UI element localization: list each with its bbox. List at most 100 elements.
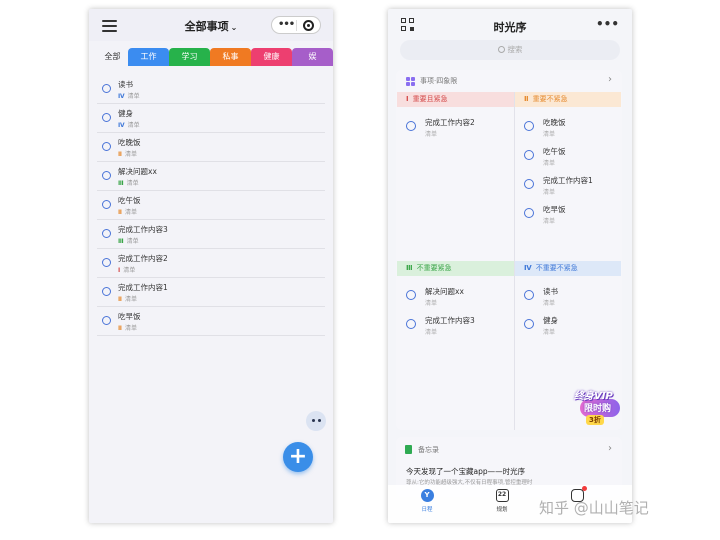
task-checkbox[interactable]: [524, 319, 534, 329]
quadrant-header[interactable]: Ⅱ 重要不紧急: [515, 92, 621, 107]
quadrant-task-row[interactable]: 读书 清单: [515, 282, 621, 311]
search-input[interactable]: 搜索: [400, 40, 620, 60]
tab-private[interactable]: 私事: [210, 48, 251, 66]
task-list-name: 清单: [127, 122, 140, 129]
task-row[interactable]: 吃早饭 Ⅱ 清单: [97, 307, 325, 336]
quadrant-number: Ⅲ: [406, 264, 413, 272]
tabbar-plan[interactable]: 22 规划: [487, 489, 517, 513]
task-title: 吃早饭: [543, 205, 566, 214]
priority-level: Ⅳ: [118, 93, 125, 100]
task-checkbox[interactable]: [102, 287, 111, 296]
more-icon[interactable]: •••: [596, 17, 619, 31]
quadrant-header[interactable]: Ⅰ 重要且紧急: [397, 92, 514, 107]
header-bar: 全部事项 ⌄ •••: [89, 9, 333, 41]
task-meta: Ⅱ 清单: [118, 207, 137, 216]
quadrant-card: 事项·四象限 › Ⅰ 重要且紧急完成工作内容2 清单 Ⅱ 重要不紧急吃晚饭 清单 吃午饭 清单…: [396, 70, 622, 430]
task-list-name: 清单: [425, 300, 438, 307]
grid-icon: [406, 77, 415, 86]
quadrant-task-row[interactable]: 解决问题xx 清单: [397, 282, 514, 311]
quadrant-number: Ⅱ: [524, 95, 529, 103]
task-checkbox[interactable]: [102, 113, 111, 122]
quadrant-3: Ⅲ 不重要紧急 解决问题xx 清单 完成工作内容3 清单: [397, 261, 514, 340]
task-checkbox[interactable]: [524, 150, 534, 160]
task-meta: Ⅱ 清单: [118, 323, 137, 332]
task-checkbox[interactable]: [524, 290, 534, 300]
quadrant-task-row[interactable]: 吃晚饭 清单: [515, 113, 621, 142]
priority-level: Ⅱ: [118, 151, 122, 158]
search-placeholder: 搜索: [507, 45, 523, 54]
quadrant-number: Ⅰ: [406, 95, 409, 103]
quadrant-card-header[interactable]: 事项·四象限 ›: [396, 70, 622, 92]
search-icon: [497, 46, 505, 53]
quadrant-header[interactable]: Ⅳ 不重要不紧急: [515, 261, 621, 276]
priority-level: Ⅱ: [118, 296, 122, 303]
quadrant-task-row[interactable]: 完成工作内容1 清单: [515, 171, 621, 200]
chevron-right-icon: ›: [608, 74, 612, 85]
task-row[interactable]: 完成工作内容1 Ⅱ 清单: [97, 278, 325, 307]
task-checkbox[interactable]: [102, 142, 111, 151]
vip-promo-badge[interactable]: 终身VIP 限时购 3折: [570, 387, 626, 433]
quadrant-task-row[interactable]: 吃早饭 清单: [515, 200, 621, 229]
priority-level: Ⅱ: [118, 209, 122, 216]
memo-icon: [405, 445, 412, 454]
close-miniprogram-icon[interactable]: [303, 20, 314, 31]
task-checkbox[interactable]: [406, 290, 416, 300]
quadrant-task-row[interactable]: 完成工作内容2 清单: [397, 113, 514, 142]
tab-work[interactable]: 工作: [128, 48, 169, 66]
quadrant-task-row[interactable]: 健身 清单: [515, 311, 621, 340]
task-list-name: 清单: [123, 267, 136, 274]
task-list-name: 清单: [425, 329, 438, 336]
task-list-name: 清单: [543, 189, 556, 196]
watermark: 知乎 @山山笔记: [539, 499, 649, 517]
tab-health[interactable]: 健康: [251, 48, 292, 66]
quadrant-header[interactable]: Ⅲ 不重要紧急: [397, 261, 514, 276]
more-icon[interactable]: •••: [278, 19, 295, 30]
task-checkbox[interactable]: [102, 316, 111, 325]
task-list-name: 清单: [126, 180, 139, 187]
mascot-icon[interactable]: [304, 407, 328, 433]
task-title: 解决问题xx: [425, 287, 464, 296]
quadrant-task-row[interactable]: 完成工作内容3 清单: [397, 311, 514, 340]
task-row[interactable]: 读书 Ⅳ 清单: [97, 75, 325, 104]
task-meta: Ⅱ 清单: [118, 149, 137, 158]
quadrant-task-row[interactable]: 吃午饭 清单: [515, 142, 621, 171]
task-list-name: 清单: [425, 131, 438, 138]
vip-badge-line1: 终身VIP: [574, 391, 613, 402]
task-checkbox[interactable]: [524, 121, 534, 131]
task-row[interactable]: 完成工作内容3 Ⅲ 清单: [97, 220, 325, 249]
task-title: 完成工作内容3: [425, 316, 475, 325]
task-list-name: 清单: [124, 325, 137, 332]
all-tasks-screen: 全部事项 ⌄ ••• 全部 工作 学习 私事 健康 娱 读书 Ⅳ 清单 健身 Ⅳ 清单 吃晚饭…: [89, 9, 333, 523]
task-list-name: 清单: [543, 131, 556, 138]
task-checkbox[interactable]: [406, 319, 416, 329]
tabbar-schedule-label: 日程: [421, 507, 433, 513]
task-checkbox[interactable]: [524, 179, 534, 189]
category-tabs: 全部 工作 学习 私事 健康 娱: [97, 48, 333, 66]
tab-entertainment[interactable]: 娱: [292, 48, 333, 66]
task-title: 完成工作内容1: [118, 283, 168, 292]
task-checkbox[interactable]: [406, 121, 416, 131]
vip-badge-line2: 限时购: [584, 404, 612, 414]
tab-all[interactable]: 全部: [97, 48, 128, 66]
task-list-name: 清单: [543, 218, 556, 225]
task-list-name: 清单: [127, 93, 140, 100]
calendar-icon: 22: [495, 489, 509, 502]
task-checkbox[interactable]: [102, 229, 111, 238]
tab-study[interactable]: 学习: [169, 48, 210, 66]
task-row[interactable]: 吃晚饭 Ⅱ 清单: [97, 133, 325, 162]
task-row[interactable]: 完成工作内容2 Ⅰ 清单: [97, 249, 325, 278]
task-checkbox[interactable]: [524, 208, 534, 218]
task-checkbox[interactable]: [102, 200, 111, 209]
task-checkbox[interactable]: [102, 258, 111, 267]
task-row[interactable]: 解决问题xx Ⅲ 清单: [97, 162, 325, 191]
tabbar-schedule[interactable]: Y 日程: [412, 489, 442, 513]
task-row[interactable]: 健身 Ⅳ 清单: [97, 104, 325, 133]
add-task-button[interactable]: +: [283, 442, 313, 472]
task-title: 读书: [543, 287, 558, 296]
task-title: 读书: [118, 80, 133, 89]
task-checkbox[interactable]: [102, 171, 111, 180]
task-checkbox[interactable]: [102, 84, 111, 93]
quadrant-name: 不重要紧急: [416, 264, 452, 272]
task-title: 健身: [543, 316, 558, 325]
task-row[interactable]: 吃午饭 Ⅱ 清单: [97, 191, 325, 220]
